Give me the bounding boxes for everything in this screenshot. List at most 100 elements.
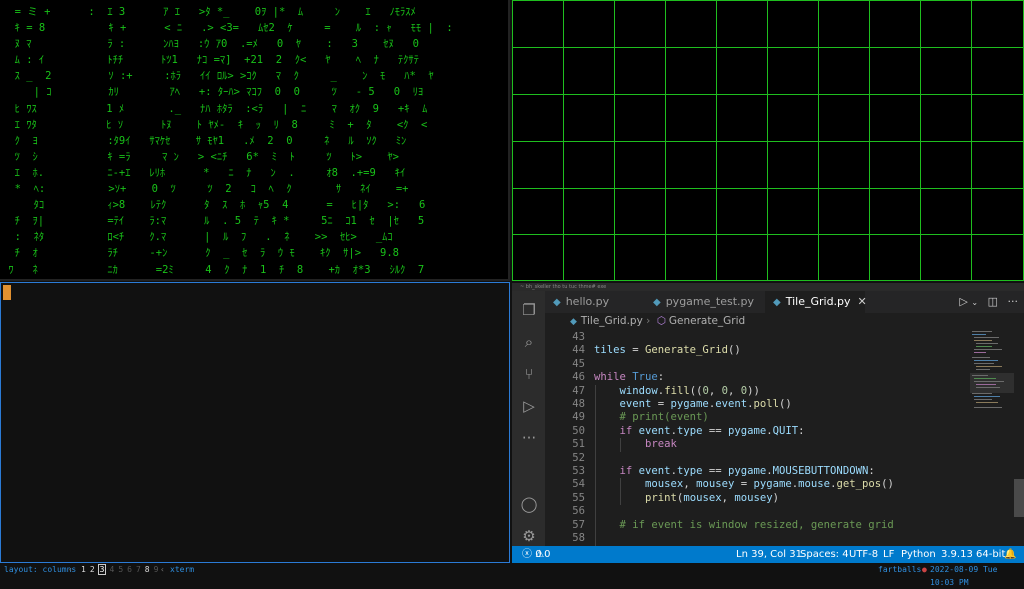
editor-tabs: ◆ hello.py ◆ pygame_test.py ◆ Tile_Grid.py ✕… [545, 291, 1024, 313]
code-text: event = pygame.event.poll() [619, 398, 792, 410]
code-text: mousex, mousey = pygame.mouse.get_pos() [645, 478, 894, 491]
code-line[interactable]: 48 event = pygame.event.poll() [545, 398, 970, 411]
minimap-line [976, 369, 990, 370]
editor-scrollbar[interactable] [1014, 329, 1024, 546]
python-file-icon: ◆ [570, 317, 577, 327]
code-line[interactable]: 49 # print(event) [545, 411, 970, 424]
code-line[interactable]: 54 mousex, mousey = pygame.mouse.get_pos… [545, 478, 970, 491]
code-line[interactable]: 44 tiles = Generate_Grid() [545, 344, 970, 357]
code-line[interactable]: 57 # if event is window resized, generat… [545, 519, 970, 532]
record-dot-icon: ● [922, 565, 927, 574]
line-number: 45 [572, 357, 585, 370]
breadcrumb-file[interactable]: Tile_Grid.py [581, 315, 643, 327]
python-file-icon: ◆ [553, 297, 561, 308]
line-number: 47 [572, 384, 585, 397]
language-mode[interactable]: Python [901, 546, 936, 563]
split-editor-icon[interactable]: ◫ [988, 295, 998, 308]
notifications-bell-icon[interactable]: 🔔 [1004, 546, 1016, 563]
code-text: # print(event) [619, 411, 709, 424]
line-number: 48 [572, 398, 585, 410]
workspace-4[interactable]: 4 [108, 565, 115, 574]
cursor-position[interactable]: Ln 39, Col 31 [736, 546, 802, 563]
code-line[interactable]: 53 if event.type == pygame.MOUSEBUTTONDO… [545, 465, 970, 478]
xterm-pane[interactable] [0, 282, 510, 563]
minimap-line [976, 343, 998, 344]
breadcrumb: ◆ Tile_Grid.py › ⬡ Generate_Grid [570, 315, 746, 327]
workspace-8[interactable]: 8 [144, 565, 151, 574]
close-tab-icon[interactable]: ✕ [858, 295, 867, 308]
chevron-down-icon[interactable]: ⌄ [971, 298, 978, 307]
code-text: tiles = Generate_Grid() [594, 344, 741, 357]
vscode-window[interactable]: ~ bh_skeller tho tu tuc thme# exe ❐ ⌕ ⑂ … [512, 283, 1024, 563]
code-text: # if event is window resized, generate g… [619, 518, 894, 531]
workspace-3[interactable]: 3 [97, 564, 107, 575]
end-of-line[interactable]: LF [883, 546, 894, 563]
window-title: ~ bh_skeller tho tu tuc thme# exe [520, 284, 607, 290]
matrix-terminal-pane[interactable]: = ミ + : ｴ 3 ｱ ｴ >ﾀ *_ 0ｦ |* ﾑ ﾝ ｴ ﾉﾓﾗｽﾒ … [0, 0, 510, 281]
problems-indicator[interactable]: ⓧ 0 ⚠ 0 [522, 546, 551, 563]
tab-pygame-test-py[interactable]: ◆ pygame_test.py [645, 291, 765, 313]
tab-tile-grid-py[interactable]: ◆ Tile_Grid.py ✕ [765, 291, 867, 313]
more-actions-icon[interactable]: ··· [1008, 295, 1019, 308]
matrix-rain-text: = ミ + : ｴ 3 ｱ ｴ >ﾀ *_ 0ｦ |* ﾑ ﾝ ｴ ﾉﾓﾗｽﾒ … [8, 6, 453, 276]
workspace-1[interactable]: 1 [80, 565, 87, 574]
code-line[interactable]: 58 [545, 532, 970, 545]
terminal-cursor [3, 285, 11, 300]
window-titlebar: ~ bh_skeller tho tu tuc thme# exe [512, 283, 1024, 291]
minimap-line [976, 387, 1000, 388]
activity-bar: ❐ ⌕ ⑂ ▷ ··· ◯ ⚙ [512, 291, 545, 546]
layout-indicator[interactable]: layout: columns [4, 563, 76, 576]
source-control-icon[interactable]: ⑂ [520, 365, 538, 383]
code-editor[interactable]: 43 44 tiles = Generate_Grid() 45 46 while Tru… [545, 329, 970, 546]
more-icon[interactable]: ··· [520, 429, 538, 447]
minimap[interactable] [970, 329, 1014, 546]
workspace-2[interactable]: 2 [89, 565, 96, 574]
indentation[interactable]: Spaces: 4 [800, 546, 849, 563]
minimap-line [972, 375, 988, 376]
line-number: 50 [572, 424, 585, 437]
code-text: if event.type == pygame.QUIT: [619, 424, 805, 437]
warning-count: 0 [544, 549, 551, 560]
search-icon[interactable]: ⌕ [520, 333, 538, 351]
workspace-5[interactable]: 5 [117, 565, 124, 574]
line-number: 54 [572, 478, 585, 491]
line-number: 44 [572, 344, 585, 357]
minimap-line [976, 384, 996, 385]
workspace-7[interactable]: 7 [135, 565, 142, 574]
workspace-9[interactable]: 9 [153, 565, 160, 574]
code-text: if event.type == pygame.MOUSEBUTTONDOWN: [619, 465, 875, 477]
encoding[interactable]: UTF-8 [849, 546, 878, 563]
line-number: 52 [572, 451, 585, 464]
code-line[interactable]: 46 while True: [545, 371, 970, 384]
code-line[interactable]: 55 print(mousex, mousey) [545, 492, 970, 505]
code-line[interactable]: 50 if event.type == pygame.QUIT: [545, 425, 970, 438]
datetime: 2022-08-09 Tue 10:03 PM [930, 565, 998, 587]
code-line[interactable]: 56 [545, 505, 970, 518]
minimap-line [974, 363, 994, 364]
explorer-icon[interactable]: ❐ [520, 301, 538, 319]
code-line[interactable]: 45 [545, 358, 970, 371]
breadcrumb-symbol[interactable]: Generate_Grid [669, 315, 745, 327]
code-line[interactable]: 47 window.fill((0, 0, 0)) [545, 385, 970, 398]
minimap-line [972, 357, 990, 358]
code-line[interactable]: 43 [545, 331, 970, 344]
workspace-6[interactable]: 6 [126, 565, 133, 574]
python-interpreter[interactable]: 3.9.13 64-bit [941, 546, 1005, 563]
account-icon[interactable]: ◯ [520, 495, 538, 513]
tab-label: pygame_test.py [665, 295, 755, 308]
tab-hello-py[interactable]: ◆ hello.py [545, 291, 645, 313]
pygame-grid-window[interactable] [512, 0, 1024, 281]
line-number: 58 [572, 532, 585, 544]
scrollbar-thumb[interactable] [1014, 479, 1024, 517]
separator: ‹ [160, 565, 165, 574]
run-debug-icon[interactable]: ▷ [520, 397, 538, 415]
code-line[interactable]: 52 [545, 452, 970, 465]
minimap-line [972, 331, 992, 332]
code-line[interactable]: 51 break [545, 438, 970, 451]
code-text: while True: [594, 371, 665, 384]
function-symbol-icon: ⬡ [656, 315, 666, 327]
settings-gear-icon[interactable]: ⚙ [520, 527, 538, 545]
run-file-icon[interactable]: ▷ [959, 295, 967, 308]
line-number: 56 [572, 505, 585, 518]
line-number: 57 [572, 518, 585, 531]
